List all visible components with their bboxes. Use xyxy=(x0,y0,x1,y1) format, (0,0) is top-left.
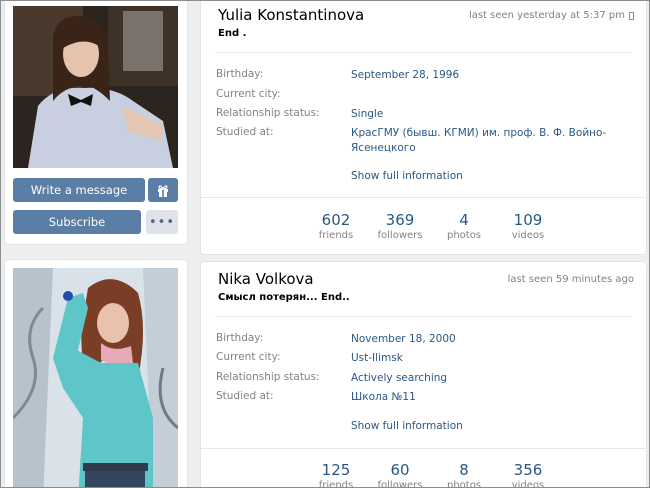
counter-caption: followers xyxy=(377,230,423,241)
info-label: Studied at: xyxy=(216,390,274,402)
counter-number: 60 xyxy=(390,461,410,479)
counter-caption: photos xyxy=(446,230,482,241)
gift-icon xyxy=(158,184,168,197)
gift-button[interactable] xyxy=(148,178,178,202)
divider xyxy=(215,316,632,317)
profile-2-avatar-card xyxy=(4,259,188,487)
info-label: Current city: xyxy=(216,351,281,363)
profile-2-last-seen-text: last seen 59 minutes ago xyxy=(507,274,634,285)
divider xyxy=(201,448,646,449)
counter-caption: followers xyxy=(377,480,423,488)
counter-caption: friends xyxy=(318,480,354,488)
info-row-city: Current city: xyxy=(216,88,636,100)
profile-2-last-seen: last seen 59 minutes ago xyxy=(508,274,634,285)
info-row-city: Current city: Ust-Ilimsk xyxy=(216,351,636,366)
info-label: Current city: xyxy=(216,88,281,100)
profile-1-status: End . xyxy=(218,28,247,39)
counter-number: 125 xyxy=(321,461,351,479)
info-row-studied: Studied at: Школа №11 xyxy=(216,390,636,405)
counter-friends[interactable]: 602 friends xyxy=(304,211,368,243)
info-label: Birthday: xyxy=(216,68,264,80)
counter-caption: videos xyxy=(511,480,545,488)
counter-followers[interactable]: 60 followers xyxy=(368,461,432,488)
counter-videos[interactable]: 356 videos xyxy=(496,461,560,488)
counter-caption: photos xyxy=(446,480,482,488)
subscribe-button[interactable]: Subscribe xyxy=(13,210,141,234)
profile-2-photo-image xyxy=(13,268,178,487)
divider xyxy=(215,52,632,53)
counter-number: 356 xyxy=(513,461,543,479)
profile-2-photo[interactable] xyxy=(13,268,178,487)
counter-number: 8 xyxy=(459,461,469,479)
counter-photos[interactable]: 4 photos xyxy=(432,211,496,243)
profile-1-name: Yulia Konstantinova xyxy=(218,6,365,24)
profile-1-photo-image xyxy=(13,6,178,168)
mobile-phone-icon xyxy=(629,11,634,20)
write-message-button[interactable]: Write a message xyxy=(13,178,145,202)
info-label: Birthday: xyxy=(216,332,264,344)
profile-2-status: Смысл потерян... End.. xyxy=(218,292,350,303)
info-label: Relationship status: xyxy=(216,107,320,119)
profile-1-last-seen: last seen yesterday at 5:37 pm xyxy=(469,10,634,21)
info-row-relationship: Relationship status: Single xyxy=(216,107,636,122)
show-full-info-link[interactable]: Show full information xyxy=(351,420,463,432)
info-label: Studied at: xyxy=(216,126,274,138)
counter-number: 369 xyxy=(385,211,415,229)
counter-caption: friends xyxy=(318,230,354,241)
counter-number: 602 xyxy=(321,211,351,229)
divider xyxy=(201,197,646,198)
counter-photos[interactable]: 8 photos xyxy=(432,461,496,488)
profile-1-last-seen-text: last seen yesterday at 5:37 pm xyxy=(468,10,625,21)
info-row-birthday: Birthday: September 28, 1996 xyxy=(216,68,636,83)
info-row-birthday: Birthday: November 18, 2000 xyxy=(216,332,636,347)
more-options-button[interactable]: ••• xyxy=(146,210,178,234)
show-full-info-link[interactable]: Show full information xyxy=(351,170,463,182)
counter-followers[interactable]: 369 followers xyxy=(368,211,432,243)
info-row-studied: Studied at: КрасГМУ (бывш. КГМИ) им. про… xyxy=(216,126,636,156)
birthday-link[interactable]: September 28, 1996 xyxy=(351,68,459,83)
profile-1-photo[interactable] xyxy=(13,6,178,168)
counter-videos[interactable]: 109 videos xyxy=(496,211,560,243)
counter-number: 4 xyxy=(459,211,469,229)
profile-2-name: Nika Volkova xyxy=(218,270,314,288)
profile-1-counters: 602 friends 369 followers 4 photos 109 v… xyxy=(304,211,560,243)
profile-1-avatar-card: Write a message Subscribe ••• xyxy=(4,1,188,245)
profile-2-counters: 125 friends 60 followers 8 photos 356 vi… xyxy=(304,461,560,488)
school-link[interactable]: Школа №11 xyxy=(351,390,416,405)
screenshot-frame: Write a message Subscribe ••• Yulia Kons… xyxy=(0,0,650,488)
info-row-relationship: Relationship status: Actively searching xyxy=(216,371,636,386)
school-link[interactable]: КрасГМУ (бывш. КГМИ) им. проф. В. Ф. Вой… xyxy=(351,126,611,156)
relationship-link[interactable]: Single xyxy=(351,107,383,122)
counter-friends[interactable]: 125 friends xyxy=(304,461,368,488)
relationship-link[interactable]: Actively searching xyxy=(351,371,447,386)
profile-1-info-card: Yulia Konstantinova last seen yesterday … xyxy=(200,1,647,255)
counter-number: 109 xyxy=(513,211,543,229)
counter-caption: videos xyxy=(511,230,545,241)
birthday-link[interactable]: November 18, 2000 xyxy=(351,332,456,347)
profile-2-info-card: Nika Volkova last seen 59 minutes ago См… xyxy=(200,261,647,488)
city-link[interactable]: Ust-Ilimsk xyxy=(351,351,403,366)
info-label: Relationship status: xyxy=(216,371,320,383)
